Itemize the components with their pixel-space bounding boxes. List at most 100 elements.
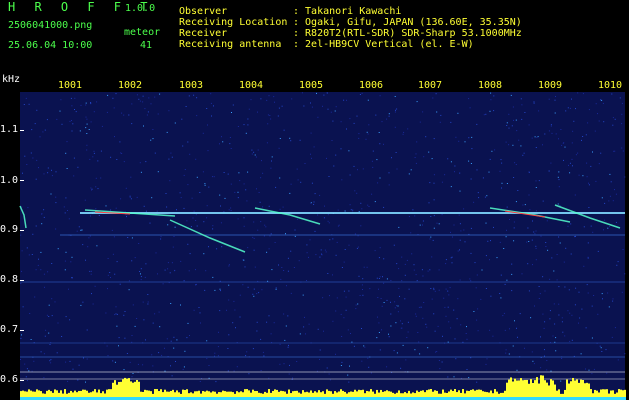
noise-speckle: [418, 306, 420, 308]
noise-speckle: [416, 280, 418, 282]
noise-speckle: [535, 230, 537, 232]
noise-speckle: [45, 329, 47, 331]
noise-speckle: [30, 152, 32, 154]
noise-speckle: [319, 358, 320, 360]
noise-speckle: [107, 355, 109, 357]
noise-speckle: [535, 259, 537, 261]
noise-speckle: [279, 343, 281, 345]
noise-speckle: [468, 137, 470, 139]
noise-speckle: [147, 301, 149, 303]
noise-speckle: [338, 224, 340, 226]
noise-speckle: [538, 298, 540, 299]
noise-speckle: [476, 319, 478, 321]
noise-speckle: [447, 306, 449, 308]
noise-speckle: [459, 249, 460, 251]
x-tick-label: 1004: [239, 80, 264, 91]
noise-speckle: [513, 221, 515, 223]
noise-speckle: [171, 156, 173, 158]
noise-speckle: [142, 301, 144, 303]
noise-speckle: [540, 367, 542, 369]
noise-speckle: [245, 355, 247, 357]
noise-speckle: [433, 313, 435, 315]
noise-speckle: [394, 307, 396, 309]
noise-speckle: [254, 266, 256, 268]
noise-speckle: [470, 252, 472, 254]
noise-speckle: [571, 142, 573, 144]
y-tick-mark: [20, 230, 24, 231]
noise-speckle: [550, 125, 552, 127]
noise-speckle: [262, 206, 264, 208]
noise-speckle: [150, 139, 152, 141]
noise-speckle: [365, 138, 367, 140]
noise-speckle: [514, 320, 515, 322]
noise-speckle: [147, 111, 149, 113]
noise-speckle: [286, 285, 287, 287]
noise-speckle: [563, 159, 564, 161]
noise-speckle: [124, 311, 126, 312]
noise-speckle: [538, 110, 540, 112]
noise-speckle: [430, 216, 432, 217]
noise-speckle: [91, 270, 92, 272]
noise-speckle: [134, 257, 136, 259]
noise-speckle: [614, 150, 616, 152]
noise-speckle: [38, 167, 39, 169]
noise-speckle: [568, 164, 569, 166]
noise-speckle: [22, 306, 24, 308]
noise-speckle: [505, 141, 507, 143]
noise-level-bar: [566, 379, 568, 400]
noise-speckle: [398, 268, 400, 270]
noise-speckle: [603, 229, 604, 231]
noise-speckle: [27, 380, 28, 382]
noise-speckle: [445, 259, 447, 261]
noise-speckle: [95, 186, 97, 188]
noise-speckle: [245, 132, 247, 134]
noise-speckle: [375, 114, 377, 116]
noise-speckle: [347, 329, 349, 331]
y-tick-label: 0.7: [0, 324, 19, 335]
noise-speckle: [109, 272, 111, 273]
noise-speckle: [378, 132, 380, 133]
noise-speckle: [380, 298, 382, 299]
noise-speckle: [356, 192, 358, 194]
noise-speckle: [65, 152, 67, 154]
noise-speckle: [306, 252, 308, 254]
noise-speckle: [327, 220, 329, 222]
noise-speckle: [400, 320, 401, 322]
noise-speckle: [524, 347, 525, 349]
noise-speckle: [447, 341, 449, 343]
noise-speckle: [394, 96, 396, 97]
noise-speckle: [260, 338, 262, 340]
noise-speckle: [57, 322, 59, 324]
noise-speckle: [77, 379, 79, 381]
noise-speckle: [593, 295, 595, 296]
y-tick-mark: [20, 380, 24, 381]
noise-speckle: [374, 250, 376, 252]
noise-speckle: [455, 358, 457, 360]
noise-speckle: [588, 369, 590, 371]
noise-speckle: [229, 137, 231, 138]
noise-speckle: [114, 136, 115, 138]
noise-speckle: [204, 183, 206, 185]
noise-speckle: [275, 288, 277, 290]
noise-speckle: [264, 224, 266, 226]
noise-speckle: [388, 184, 390, 186]
noise-speckle: [557, 203, 559, 205]
noise-speckle: [396, 305, 397, 307]
noise-speckle: [508, 113, 510, 115]
noise-speckle: [85, 381, 86, 383]
noise-speckle: [337, 225, 339, 227]
noise-speckle: [154, 313, 156, 315]
noise-speckle: [78, 226, 80, 228]
noise-speckle: [601, 293, 603, 295]
noise-speckle: [234, 191, 236, 193]
noise-speckle: [357, 169, 358, 171]
noise-speckle: [528, 241, 530, 242]
noise-speckle: [561, 321, 563, 323]
noise-speckle: [415, 153, 417, 155]
noise-speckle: [360, 225, 362, 227]
noise-speckle: [311, 106, 313, 108]
noise-speckle: [268, 315, 270, 317]
noise-speckle: [359, 94, 361, 95]
noise-speckle: [262, 172, 264, 174]
noise-speckle: [182, 145, 184, 147]
